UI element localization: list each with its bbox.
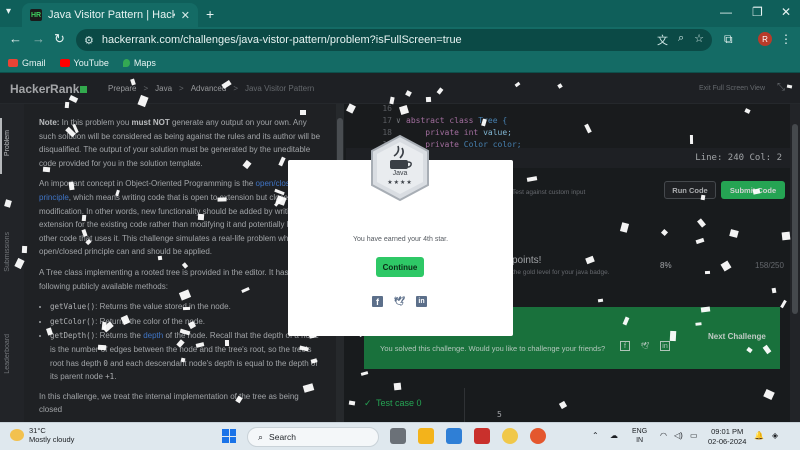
continue-button[interactable]: Continue: [376, 257, 424, 277]
start-windows-icon[interactable]: [222, 429, 236, 443]
confetti-piece: [669, 330, 677, 342]
confetti-piece: [197, 213, 205, 221]
confetti-piece: [700, 194, 706, 201]
translate-icon[interactable]: 文: [657, 32, 668, 48]
confetti-piece: [157, 255, 163, 261]
badge-stars: ★★★★: [387, 180, 413, 186]
maps-pin-icon: [122, 58, 130, 67]
confetti-piece: [300, 110, 306, 115]
confetti-piece: [217, 197, 227, 202]
system-clock[interactable]: 09:01 PM 02-06-2024: [708, 427, 746, 447]
copilot-icon[interactable]: ◈: [772, 431, 778, 440]
confetti-piece: [182, 306, 191, 311]
bookmark-gmail[interactable]: Gmail: [8, 58, 46, 68]
pulse-app-icon[interactable]: [446, 428, 462, 444]
confetti-piece: [97, 344, 107, 351]
confetti-piece: [348, 400, 356, 406]
modal-message: You have earned your 4th star.: [352, 236, 449, 243]
modal-share-buttons: f 🕊 in: [372, 296, 427, 307]
confetti-piece: [425, 96, 432, 103]
file-explorer-icon[interactable]: [418, 428, 434, 444]
tab-search-icon[interactable]: ▾: [6, 6, 11, 17]
weather-icon: [10, 429, 24, 441]
weather-text: Mostly cloudy: [29, 435, 75, 444]
confetti-piece: [68, 181, 75, 191]
confetti-piece: [689, 134, 694, 145]
bookmark-youtube[interactable]: YouTube: [59, 58, 109, 68]
java-badge-icon: [371, 134, 429, 202]
linkedin-icon[interactable]: in: [416, 296, 427, 307]
extensions-icon[interactable]: ⧉: [724, 32, 733, 47]
confetti-piece: [224, 339, 230, 347]
gmail-icon: [8, 58, 18, 67]
reload-icon[interactable]: ↻: [54, 31, 65, 47]
confetti-piece: [81, 214, 87, 222]
bookmark-star-icon[interactable]: ☆: [694, 32, 704, 48]
taskbar-search[interactable]: ⌕ Search: [247, 427, 379, 447]
volume-icon[interactable]: ◁): [674, 431, 683, 440]
notification-bell-icon[interactable]: 🔔: [754, 431, 764, 440]
confetti-piece: [781, 231, 791, 241]
confetti-piece: [704, 270, 711, 275]
confetti-piece: [21, 245, 28, 254]
menu-dots-icon[interactable]: ⋮: [780, 32, 792, 46]
new-tab-icon[interactable]: +: [206, 6, 214, 22]
weather-widget[interactable]: 31°C Mostly cloudy: [10, 426, 74, 444]
badge-name: Java: [392, 170, 408, 177]
browser-toolbar: ← → ↻ ⚙ hackerrank.com/challenges/java-v…: [0, 27, 800, 53]
twitter-icon[interactable]: 🕊: [394, 296, 405, 307]
site-info-icon[interactable]: ⚙: [84, 34, 94, 47]
windows-taskbar: 31°C Mostly cloudy ⌕ Search ⌃ ☁ ENG IN ◠ ◁…: [0, 422, 800, 450]
search-icon: ⌕: [258, 431, 264, 442]
url-text: hackerrank.com/challenges/java-vistor-pa…: [101, 34, 462, 46]
profile-avatar[interactable]: R: [758, 32, 772, 46]
close-tab-icon[interactable]: ✕: [181, 9, 190, 22]
hackerrank-favicon-icon: HR: [30, 9, 42, 21]
window-close-icon[interactable]: ✕: [781, 5, 791, 19]
tray-chevron-icon[interactable]: ⌃: [592, 431, 599, 440]
bookmarks-bar: Gmail YouTube Maps: [0, 53, 800, 73]
temperature: 31°C: [29, 426, 46, 435]
wifi-icon[interactable]: ◠: [660, 431, 667, 440]
browser-tab[interactable]: HR Java Visitor Pattern | HackerRank ✕: [22, 3, 198, 27]
browser-tabstrip: ▾ HR Java Visitor Pattern | HackerRank ✕…: [0, 0, 800, 27]
confetti-piece: [771, 287, 777, 294]
chrome-icon[interactable]: [502, 428, 518, 444]
confetti-piece: [64, 101, 70, 109]
restore-icon[interactable]: ❐: [752, 5, 763, 19]
back-icon[interactable]: ←: [9, 31, 22, 46]
language-indicator[interactable]: ENG IN: [632, 427, 647, 445]
bookmark-maps[interactable]: Maps: [122, 58, 156, 68]
confetti-piece: [700, 306, 711, 313]
confetti-piece: [42, 166, 51, 173]
youtube-icon: [59, 58, 70, 67]
task-view-icon[interactable]: [390, 428, 406, 444]
confetti-piece: [393, 382, 402, 391]
facebook-icon[interactable]: f: [372, 296, 383, 307]
mcafee-icon[interactable]: [474, 428, 490, 444]
screen: ▾ HR Java Visitor Pattern | HackerRank ✕…: [0, 0, 800, 450]
confetti-piece: [695, 322, 702, 326]
wps-office-icon[interactable]: [530, 428, 546, 444]
zoom-icon[interactable]: ⌕: [678, 32, 684, 48]
tab-title: Java Visitor Pattern | HackerRank: [48, 9, 175, 21]
address-bar[interactable]: ⚙ hackerrank.com/challenges/java-vistor-…: [76, 29, 712, 51]
forward-icon[interactable]: →: [32, 31, 45, 46]
battery-icon[interactable]: ▭: [690, 431, 698, 440]
onedrive-icon[interactable]: ☁: [610, 431, 618, 440]
minimize-icon[interactable]: —: [720, 5, 732, 19]
